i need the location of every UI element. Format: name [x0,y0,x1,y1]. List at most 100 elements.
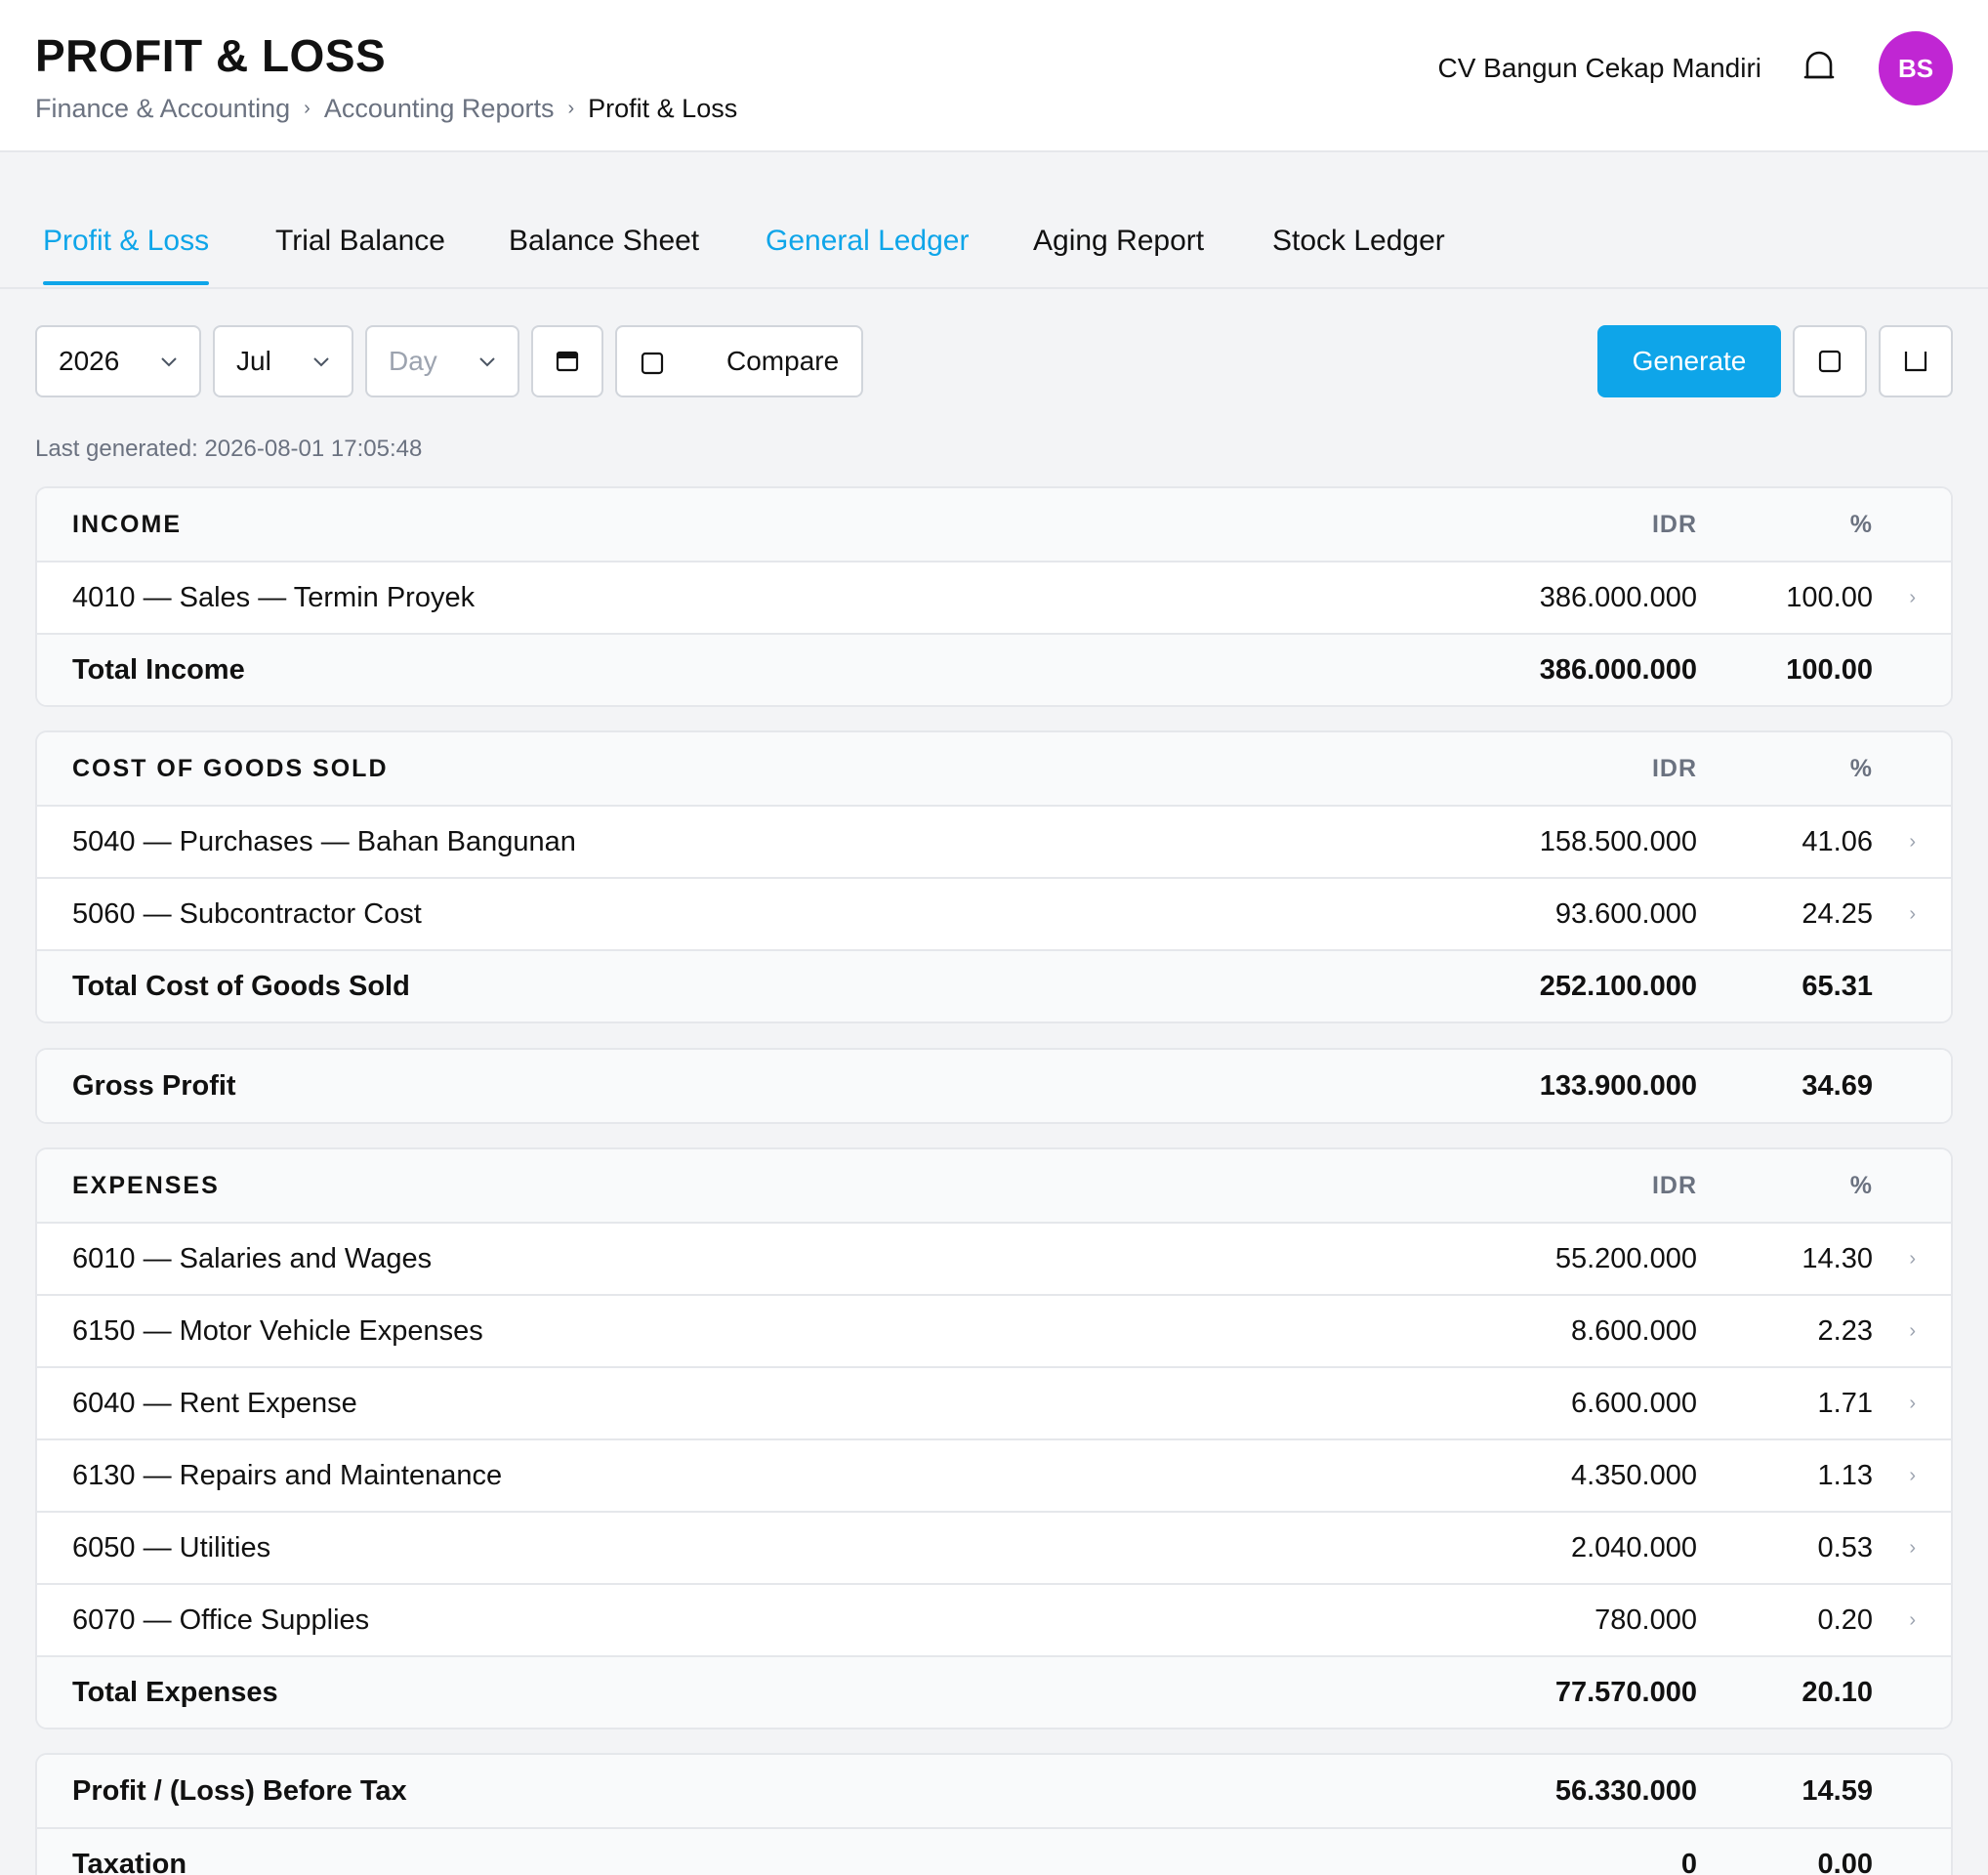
account-percent: 0.20 [1817,1604,1873,1636]
total-amount: 77.570.000 [1554,1676,1697,1708]
account-row[interactable]: 6040 — Rent Expense 6.600.000 1.71 › [37,1366,1951,1438]
print-button[interactable] [1879,325,1953,397]
gross-profit-section: Gross Profit 133.900.000 34.69 [35,1048,1953,1124]
active-tab-indicator [43,281,209,285]
account-amount: 2.040.000 [1570,1531,1697,1563]
compare-label: Compare [726,346,840,376]
before-tax-label: Profit / (Loss) Before Tax [72,1774,407,1807]
day-select[interactable]: Day [365,325,519,397]
total-label: Total Income [72,653,245,686]
income-section: INCOME IDR % 4010 — Sales — Termin Proye… [35,486,1953,707]
avatar[interactable]: BS [1879,31,1953,105]
taxation-label: Taxation [72,1848,187,1875]
total-row: Total Expenses 77.570.000 20.10 [37,1655,1951,1728]
chevron-right-icon[interactable]: › [1909,831,1916,854]
account-amount: 386.000.000 [1539,581,1697,613]
bell-icon[interactable] [1802,51,1836,84]
taxation-amount: 0 [1680,1848,1697,1875]
column-header-amount: IDR [1651,510,1697,538]
account-row[interactable]: 6050 — Utilities 2.040.000 0.53 › [37,1511,1951,1583]
chevron-right-icon[interactable]: › [1909,1465,1916,1487]
generate-button[interactable]: Generate [1597,325,1781,397]
account-amount: 4.350.000 [1570,1459,1697,1491]
account-amount: 780.000 [1595,1604,1697,1636]
column-header-amount: IDR [1651,754,1697,782]
column-header-percent: % [1849,754,1873,782]
account-row[interactable]: 6150 — Motor Vehicle Expenses 8.600.000 … [37,1294,1951,1366]
chevron-right-icon[interactable]: › [1909,1320,1916,1343]
breadcrumb-current: Profit & Loss [588,94,738,123]
account-percent: 41.06 [1802,825,1873,857]
account-percent: 14.30 [1802,1242,1873,1274]
chevron-right-icon[interactable]: › [1909,903,1916,926]
chevron-right-icon[interactable]: › [1909,1537,1916,1560]
account-amount: 55.200.000 [1554,1242,1697,1274]
account-row[interactable]: 6010 — Salaries and Wages 55.200.000 14.… [37,1222,1951,1294]
tab-aging-report[interactable]: Aging Report [1033,225,1204,258]
account-label: 6040 — Rent Expense [72,1387,357,1419]
account-row[interactable]: 5060 — Subcontractor Cost 93.600.000 24.… [37,877,1951,949]
calendar-button[interactable] [531,325,603,397]
gross-profit-percent: 34.69 [1802,1069,1873,1102]
account-percent: 100.00 [1786,581,1873,613]
export-button[interactable] [1793,325,1867,397]
last-generated-timestamp: Last generated: 2026-08-01 17:05:48 [35,436,423,462]
account-amount: 158.500.000 [1539,825,1697,857]
section-header: COST OF GOODS SOLD IDR % [37,732,1951,805]
account-percent: 1.71 [1817,1387,1873,1419]
total-amount: 252.100.000 [1539,970,1697,1002]
account-label: 5040 — Purchases — Bahan Bangunan [72,825,576,857]
account-label: 6130 — Repairs and Maintenance [72,1459,503,1491]
account-amount: 8.600.000 [1570,1314,1697,1347]
account-label: 6010 — Salaries and Wages [72,1242,433,1274]
section-title: INCOME [72,510,182,538]
section-title: EXPENSES [72,1171,220,1199]
export-icon [1818,350,1842,373]
checkbox-icon[interactable] [641,352,664,375]
month-value: Jul [236,346,271,376]
chevron-right-icon[interactable]: › [1909,1393,1916,1415]
total-label: Total Expenses [72,1676,278,1708]
chevron-down-icon [479,357,495,367]
breadcrumb-finance-accounting[interactable]: Finance & Accounting [35,94,290,124]
tab-stock-ledger[interactable]: Stock Ledger [1272,225,1445,258]
taxation-percent: 0.00 [1817,1848,1873,1875]
column-header-amount: IDR [1651,1171,1697,1199]
column-header-percent: % [1849,510,1873,538]
compare-toggle[interactable]: Compare [615,325,863,397]
chevron-down-icon [161,357,177,367]
year-value: 2026 [59,346,120,376]
total-row: Total Income 386.000.000 100.00 [37,633,1951,705]
account-row[interactable]: 6130 — Repairs and Maintenance 4.350.000… [37,1438,1951,1511]
total-row: Total Cost of Goods Sold 252.100.000 65.… [37,949,1951,1021]
tab-profit-loss[interactable]: Profit & Loss [43,225,209,258]
chevron-right-icon[interactable]: › [1909,1248,1916,1271]
before-tax-amount: 56.330.000 [1554,1774,1697,1807]
account-percent: 24.25 [1802,897,1873,930]
month-select[interactable]: Jul [213,325,353,397]
chevron-right-icon[interactable]: › [1909,1609,1916,1632]
day-placeholder: Day [389,346,437,376]
tab-general-ledger[interactable]: General Ledger [766,225,969,258]
account-row[interactable]: 6070 — Office Supplies 780.000 0.20 › [37,1583,1951,1655]
account-row[interactable]: 5040 — Purchases — Bahan Bangunan 158.50… [37,805,1951,877]
account-percent: 2.23 [1817,1314,1873,1347]
total-percent: 65.31 [1802,970,1873,1002]
top-header: PROFIT & LOSS Finance & Accounting › Acc… [0,0,1988,152]
tab-balance-sheet[interactable]: Balance Sheet [509,225,699,258]
gross-profit-row: Gross Profit 133.900.000 34.69 [37,1050,1951,1122]
before-tax-section: Profit / (Loss) Before Tax 56.330.000 14… [35,1753,1953,1875]
tab-trial-balance[interactable]: Trial Balance [275,225,445,258]
gross-profit-amount: 133.900.000 [1539,1069,1697,1102]
total-amount: 386.000.000 [1539,653,1697,686]
company-name[interactable]: CV Bangun Cekap Mandiri [1437,53,1761,84]
breadcrumb-separator-icon: › [304,98,311,119]
before-tax-percent: 14.59 [1802,1774,1873,1807]
year-select[interactable]: 2026 [35,325,201,397]
gross-profit-label: Gross Profit [72,1069,236,1102]
breadcrumb-accounting-reports[interactable]: Accounting Reports [324,94,555,124]
calendar-icon [556,351,579,372]
chevron-right-icon[interactable]: › [1909,587,1916,609]
account-row[interactable]: 4010 — Sales — Termin Proyek 386.000.000… [37,561,1951,633]
before-tax-row: Profit / (Loss) Before Tax 56.330.000 14… [37,1755,1951,1827]
